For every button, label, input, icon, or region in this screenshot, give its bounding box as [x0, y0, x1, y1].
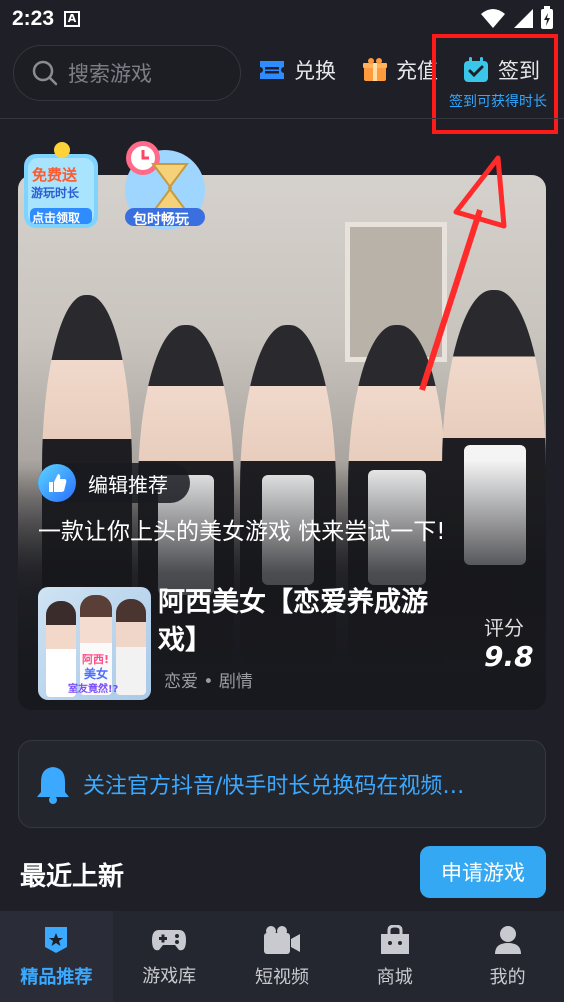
tab-short-video[interactable]: 短视频: [226, 911, 339, 1002]
top-bar: 搜索游戏 兑换 充值 签到 签到可获得时长: [0, 38, 564, 118]
signal-icon: [514, 9, 533, 28]
announcement-bar[interactable]: 关注官方抖音/快手时长兑换码在视频…: [18, 740, 546, 828]
apply-game-button[interactable]: 申请游戏: [420, 846, 546, 898]
editor-pick-label: 编辑推荐: [88, 472, 168, 497]
redeem-label: 兑换: [294, 59, 336, 83]
checkin-label: 签到: [498, 59, 540, 83]
tab-profile[interactable]: 我的: [451, 911, 564, 1002]
recent-section-title: 最近上新: [20, 862, 125, 892]
checkin-button[interactable]: 签到: [462, 55, 540, 85]
video-camera-icon: [263, 925, 300, 954]
wifi-icon: [481, 9, 505, 28]
tab-shop[interactable]: 商城: [338, 911, 451, 1002]
search-icon: [32, 60, 58, 86]
editor-pick-tag: 编辑推荐: [38, 463, 190, 503]
tab-label: 精品推荐: [20, 966, 93, 988]
score-label: 评分: [484, 616, 524, 640]
unlimited-play-badge[interactable]: 包时畅玩: [121, 138, 205, 230]
tab-label: 游戏库: [142, 965, 197, 987]
bell-icon: [37, 767, 69, 804]
checkin-hint[interactable]: 签到可获得时长: [449, 91, 547, 111]
cover-text: 室友竟然!?: [68, 684, 119, 695]
badge-label: 包时畅玩: [133, 212, 189, 228]
bottom-tab-bar: 精品推荐 游戏库 短视频 商城 我的: [0, 911, 564, 1002]
tab-label: 商城: [376, 966, 413, 988]
badge-line: 游玩时长: [31, 186, 80, 200]
game-tags: 恋爱 • 剧情: [164, 672, 253, 692]
badge-line: 免费送: [32, 166, 78, 184]
tab-label: 我的: [489, 966, 526, 988]
shop-icon: [380, 924, 409, 954]
announcement-text: 关注官方抖音/快手时长兑换码在视频…: [83, 774, 465, 799]
ticket-icon: [260, 61, 284, 79]
game-score: 9.8: [484, 640, 534, 673]
tab-game-library[interactable]: 游戏库: [113, 911, 226, 1002]
tab-featured[interactable]: 精品推荐: [0, 911, 113, 1002]
gamepad-icon: [152, 929, 187, 950]
annotation-arrow: [419, 155, 507, 391]
banner-tagline: 一款让你上头的美女游戏 快来尝试一下!: [38, 519, 446, 545]
game-title[interactable]: 阿西美女【恋爱养成游戏】: [158, 584, 458, 660]
star-badge-icon: [45, 926, 68, 953]
redeem-button[interactable]: 兑换: [258, 55, 336, 85]
search-input[interactable]: 搜索游戏: [13, 45, 241, 101]
search-placeholder: 搜索游戏: [68, 62, 152, 86]
header-divider: [0, 118, 564, 119]
recharge-button[interactable]: 充值: [362, 55, 438, 85]
gift-icon: [363, 58, 387, 81]
battery-icon: [541, 6, 553, 29]
free-time-badge[interactable]: 免费送 游玩时长 点击领取: [22, 140, 100, 230]
user-icon: [494, 925, 521, 954]
badge-line: 点击领取: [32, 211, 81, 225]
clock: 2:23: [12, 7, 55, 30]
recharge-label: 充值: [396, 59, 438, 83]
tab-label: 短视频: [254, 966, 309, 988]
game-cover-image[interactable]: 阿西! 美女 室友竟然!?: [38, 587, 151, 700]
notification-icon: A: [64, 11, 81, 27]
status-bar: 2:23 A: [0, 0, 564, 38]
status-icons: [480, 6, 554, 30]
thumbs-up-icon: [38, 464, 76, 502]
calendar-check-icon: [464, 57, 488, 82]
